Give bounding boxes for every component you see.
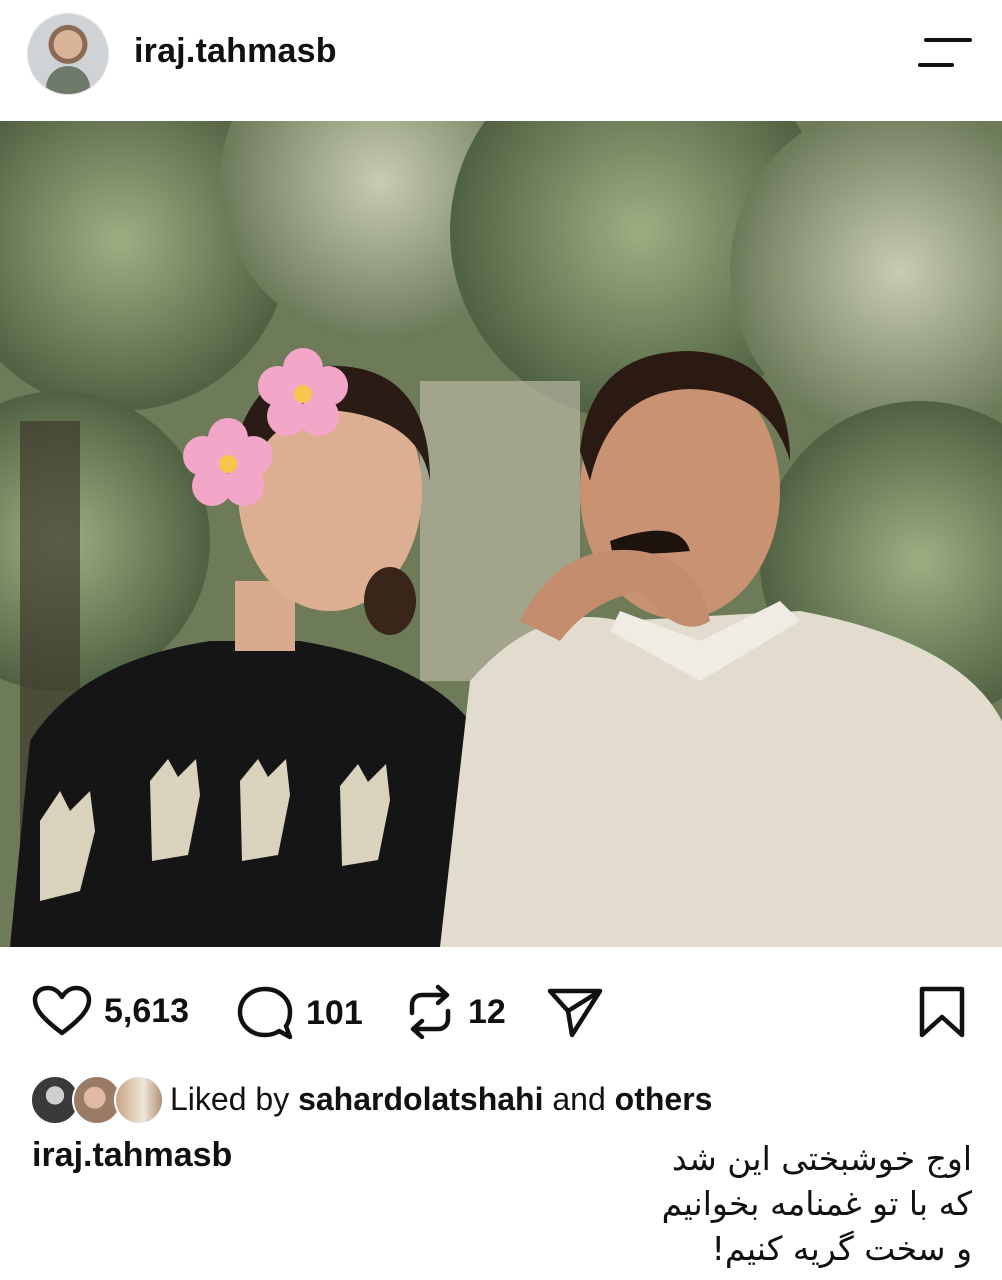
save-button[interactable] <box>918 985 966 1039</box>
caption-line: و سخت گریه کنیم! <box>711 1229 972 1268</box>
menu-icon[interactable] <box>918 36 972 68</box>
caption-line: که با تو غمنامه بخوانیم <box>661 1184 972 1223</box>
liked-by-user[interactable]: sahardolatshahi <box>298 1081 543 1117</box>
liked-by-avatars <box>30 1074 166 1125</box>
comment-button[interactable]: 101 <box>236 985 363 1041</box>
comments-count[interactable]: 101 <box>306 994 363 1033</box>
bookmark-icon <box>919 986 965 1038</box>
liked-by-others[interactable]: others <box>615 1081 713 1117</box>
caption-text: اوج خوشبختی این شد که با تو غمنامه بخوان… <box>552 1136 972 1271</box>
post-photo[interactable] <box>0 121 1002 947</box>
repost-button[interactable]: 12 <box>404 983 506 1041</box>
repost-icon <box>409 984 451 1040</box>
like-button[interactable]: 5,613 <box>32 985 189 1037</box>
profile-avatar[interactable] <box>28 14 108 94</box>
comment-icon <box>237 986 293 1040</box>
heart-icon <box>32 985 92 1036</box>
caption-username[interactable]: iraj.tahmasb <box>32 1136 232 1175</box>
liked-by-row[interactable]: Liked by sahardolatshahi and others <box>30 1074 712 1125</box>
share-button[interactable] <box>546 985 604 1039</box>
reposts-count[interactable]: 12 <box>468 993 506 1032</box>
post-header: iraj.tahmasb <box>0 0 1002 110</box>
post-actions: 5,613 101 12 <box>0 975 1002 1047</box>
likes-count[interactable]: 5,613 <box>104 992 189 1031</box>
liked-by-connector: and <box>552 1080 606 1117</box>
liked-by-prefix: Liked by <box>170 1080 290 1117</box>
photo-illustration <box>0 121 1002 947</box>
caption-line: اوج خوشبختی این شد <box>671 1139 972 1178</box>
share-icon <box>547 988 603 1038</box>
header-username[interactable]: iraj.tahmasb <box>134 32 337 71</box>
avatar <box>114 1075 164 1125</box>
liked-by-text: Liked by sahardolatshahi and others <box>170 1081 712 1118</box>
